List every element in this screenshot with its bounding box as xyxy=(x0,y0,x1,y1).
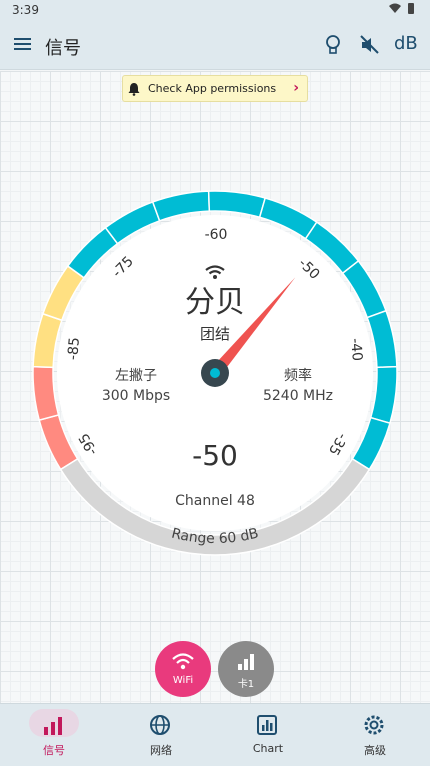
link-speed-label: 左撇子 xyxy=(115,368,157,384)
status-bar: 3:39 xyxy=(0,0,430,20)
frequency-value: 5240 MHz xyxy=(263,388,333,404)
menu-icon[interactable] xyxy=(12,33,34,55)
tick-minus-85: -85 xyxy=(65,337,83,361)
gauge-segment xyxy=(369,365,398,425)
channel-label: Channel 48 xyxy=(175,493,255,509)
signal-reading: -50 xyxy=(192,439,238,472)
signal-bars-icon xyxy=(44,717,62,735)
gauge-segment xyxy=(207,190,267,219)
gauge-segment xyxy=(32,365,60,422)
sim1-fab-button[interactable]: 卡1 xyxy=(218,641,274,697)
gauge-segment xyxy=(32,312,63,369)
tick-minus-60: -60 xyxy=(205,227,228,243)
wifi-fab-button[interactable]: WiFi xyxy=(155,641,211,697)
ssid-label: 团结 xyxy=(200,325,230,343)
wifi-fab-label: WiFi xyxy=(172,675,194,686)
status-time: 3:39 xyxy=(12,3,39,17)
link-speed-value: 300 Mbps xyxy=(102,388,170,404)
wifi-battery-icon xyxy=(389,3,414,14)
needle-hub-center xyxy=(210,368,220,378)
check-permissions-label: Check App permissions xyxy=(148,82,277,95)
db-unit-button[interactable]: dB xyxy=(394,33,420,59)
settings-icon xyxy=(364,715,384,735)
nav-item-chart[interactable]: Chart xyxy=(214,704,322,766)
signal-bars-icon xyxy=(238,654,254,670)
nav-label-network: 网络 xyxy=(150,744,172,757)
frequency-label: 频率 xyxy=(284,367,312,384)
nav-item-network[interactable]: 网络 xyxy=(107,704,215,766)
nav-label-advanced: 高级 xyxy=(364,744,386,757)
unit-title: 分贝 xyxy=(185,285,245,320)
nav-label-chart: Chart xyxy=(252,742,284,755)
chart-icon xyxy=(257,715,277,735)
bell-icon xyxy=(128,83,140,96)
bottom-navigation: 信号 网络 Chart 高级 xyxy=(0,703,430,766)
lightbulb-icon[interactable] xyxy=(320,32,346,58)
volume-off-icon[interactable] xyxy=(357,32,383,58)
app-bar: 信号 dB xyxy=(0,20,430,70)
system-icons xyxy=(388,2,418,19)
check-permissions-chip[interactable]: Check App permissions › xyxy=(122,75,308,102)
page-title: 信号 xyxy=(45,38,81,59)
chevron-right-icon: › xyxy=(293,80,299,96)
globe-icon xyxy=(150,715,170,735)
tick-minus-40: -40 xyxy=(347,338,365,362)
nav-label-signal: 信号 xyxy=(43,744,65,757)
sim1-fab-label: 卡1 xyxy=(237,679,255,690)
wifi-icon xyxy=(172,653,194,670)
signal-gauge: Range 60 dB -60 -75 -50 -85 -40 -95 -35 … xyxy=(32,190,398,556)
nav-item-signal[interactable]: 信号 xyxy=(0,704,108,766)
nav-item-advanced[interactable]: 高级 xyxy=(321,704,429,766)
